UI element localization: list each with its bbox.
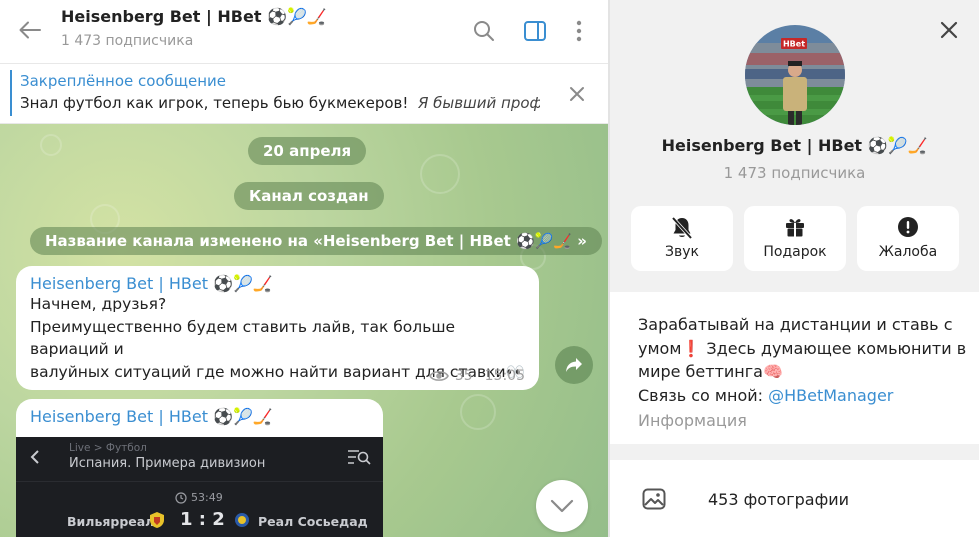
background-doodle bbox=[40, 134, 62, 156]
media-league: Испания. Примера дивизион bbox=[69, 456, 266, 471]
pinned-text-italic: Я бывший проф... bbox=[417, 94, 540, 112]
info-label: Информация bbox=[638, 411, 747, 430]
forward-button[interactable] bbox=[555, 346, 593, 384]
close-pinned-button[interactable] bbox=[565, 82, 589, 106]
report-label: Жалоба bbox=[878, 244, 938, 260]
message-line: Начнем, друзья? bbox=[30, 295, 167, 313]
channel-avatar[interactable]: HBet bbox=[745, 25, 845, 125]
message-media-image[interactable]: Live > Футбол Испания. Примера дивизион … bbox=[16, 437, 383, 537]
date-separator: 20 апреля bbox=[248, 137, 367, 165]
channel-title[interactable]: Heisenberg Bet | HBet ⚽🎾🏒 bbox=[61, 7, 327, 26]
gift-icon bbox=[744, 216, 846, 240]
warning-icon bbox=[857, 216, 959, 240]
close-icon bbox=[570, 87, 584, 101]
sidebar-icon bbox=[524, 21, 546, 41]
pinned-text-main: Знал футбол как игрок, теперь бью букмек… bbox=[20, 94, 409, 112]
image-icon bbox=[642, 488, 666, 510]
message-line: Преимущественно будем ставить лайв, так … bbox=[30, 317, 456, 359]
mute-button[interactable]: Звук bbox=[631, 206, 733, 271]
contact-prefix: Связь со мной: bbox=[638, 385, 769, 405]
message-views: 35 bbox=[454, 368, 473, 384]
profile-name: Heisenberg Bet | HBet ⚽🎾🏒 bbox=[661, 136, 928, 155]
filter-search-icon bbox=[347, 449, 371, 469]
avatar-badge-text: HBet bbox=[783, 40, 805, 49]
message-time: 15:05 bbox=[484, 368, 525, 384]
chat-pane: Heisenberg Bet | HBet ⚽🎾🏒 1 473 подписчи… bbox=[0, 0, 609, 537]
arrow-left-icon bbox=[19, 21, 41, 39]
channel-description: Зарабатывай на дистанции и ставь с умом❗… bbox=[638, 313, 968, 407]
pinned-message[interactable]: Закреплённое сообщение Знал футбол как и… bbox=[0, 64, 609, 124]
gift-button[interactable]: Подарок bbox=[744, 206, 846, 271]
scroll-down-button[interactable] bbox=[536, 480, 588, 532]
message-meta: 35 15:05 bbox=[428, 368, 525, 384]
message-author[interactable]: Heisenberg Bet | HBet ⚽🎾🏒 bbox=[30, 274, 525, 293]
report-button[interactable]: Жалоба bbox=[857, 206, 959, 271]
away-team: Реал Сосьедад bbox=[258, 514, 368, 529]
close-panel-button[interactable] bbox=[934, 15, 964, 45]
match-time-text: 53:49 bbox=[191, 491, 223, 504]
contact-link[interactable]: @HBetManager bbox=[768, 386, 893, 405]
away-team-crest-icon bbox=[235, 513, 249, 527]
chat-messages[interactable]: 20 апреля Канал создан Название канала и… bbox=[0, 124, 609, 537]
share-arrow-icon bbox=[566, 358, 582, 372]
search-button[interactable] bbox=[471, 18, 497, 44]
search-icon bbox=[474, 21, 494, 41]
match-score: 1 : 2 bbox=[180, 509, 225, 530]
pinned-accent-bar bbox=[10, 70, 12, 116]
service-channel-created: Канал создан bbox=[234, 182, 384, 210]
media-back-icon bbox=[30, 449, 40, 469]
message-author[interactable]: Heisenberg Bet | HBet ⚽🎾🏒 bbox=[30, 407, 369, 426]
description-line: умом❗ Здесь думающее комьюнити в bbox=[638, 338, 967, 358]
shared-photos-item[interactable]: 453 фотографии bbox=[610, 460, 979, 537]
pinned-title: Закреплённое сообщение bbox=[20, 72, 227, 90]
media-match-time: 53:49 bbox=[175, 491, 223, 504]
description-contact: Связь со мной: @HBetManager bbox=[638, 384, 968, 408]
chevron-down-icon bbox=[550, 499, 574, 513]
clock-icon bbox=[175, 491, 187, 504]
mute-label: Звук bbox=[665, 244, 699, 260]
gift-label: Подарок bbox=[763, 244, 827, 260]
description-line: Зарабатывай на дистанции и ставь с bbox=[638, 315, 953, 334]
background-doodle bbox=[460, 394, 496, 430]
toggle-sidebar-button[interactable] bbox=[522, 18, 548, 44]
description-line: мире беттинга🧠 bbox=[638, 362, 783, 381]
background-doodle bbox=[420, 154, 460, 194]
media-breadcrumb: Live > Футбол bbox=[69, 442, 147, 454]
close-icon bbox=[940, 21, 958, 39]
home-team: Вильярреал bbox=[67, 514, 155, 529]
bell-off-icon bbox=[631, 216, 733, 240]
channel-description-section: Зарабатывай на дистанции и ставь с умом❗… bbox=[610, 292, 979, 444]
more-vertical-icon bbox=[576, 20, 582, 42]
channel-info-panel: HBet Heisenberg Bet | HBet ⚽🎾🏒 1 473 под… bbox=[610, 0, 979, 537]
photos-count-label: 453 фотографии bbox=[708, 490, 850, 509]
more-menu-button[interactable] bbox=[566, 18, 592, 44]
profile-subscribers: 1 473 подписчика bbox=[723, 164, 866, 182]
pinned-text: Знал футбол как игрок, теперь бью букмек… bbox=[20, 94, 540, 112]
home-team-crest-icon bbox=[150, 512, 164, 528]
channel-subscribers: 1 473 подписчика bbox=[61, 33, 194, 49]
back-button[interactable] bbox=[14, 16, 46, 44]
message-bubble[interactable]: Heisenberg Bet | HBet ⚽🎾🏒 Начнем, друзья… bbox=[16, 266, 539, 390]
media-divider bbox=[16, 481, 383, 482]
service-channel-renamed: Название канала изменено на «Heisenberg … bbox=[30, 227, 602, 255]
chat-header: Heisenberg Bet | HBet ⚽🎾🏒 1 473 подписчи… bbox=[0, 0, 609, 64]
eye-icon bbox=[428, 371, 449, 381]
